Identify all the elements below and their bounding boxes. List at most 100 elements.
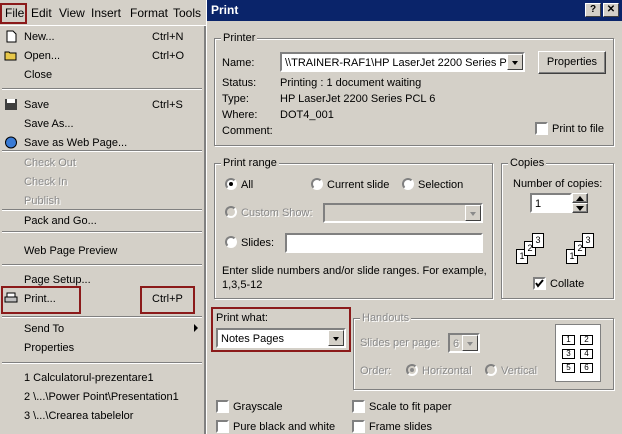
range-current-radio[interactable] [311, 178, 323, 190]
menu-item-shortcut: Ctrl+S [152, 99, 183, 111]
printer-name-label: Name: [222, 57, 255, 69]
dialog-title: Print [211, 3, 239, 17]
handout-cell: 6 [580, 363, 593, 373]
status-label: Status: [222, 77, 257, 89]
handout-cell: 3 [562, 349, 575, 359]
grayscale-label: Grayscale [233, 401, 283, 413]
order-vertical-radio [485, 364, 497, 376]
menu-item-label: Save As... [24, 118, 74, 130]
new-document-icon [6, 30, 17, 43]
recent-file-2[interactable]: 2 \...\Power Point\Presentation1 [0, 388, 204, 406]
copies-group: Copies Number of copies: 1 1 2 3 1 2 3 C… [501, 157, 614, 299]
scale-to-fit-label: Scale to fit paper [369, 401, 452, 413]
print-item-highlight [1, 286, 81, 314]
handout-cell: 1 [562, 335, 575, 345]
save-disk-icon [5, 99, 17, 110]
copies-label: Number of copies: [513, 178, 603, 190]
order-label: Order: [360, 365, 392, 377]
menu-view[interactable]: View [59, 6, 85, 20]
menu-item-label: Close [24, 69, 53, 81]
range-slides-radio[interactable] [225, 236, 237, 248]
menu-item-label: 2 \...\Power Point\Presentation1 [24, 391, 179, 403]
where-label: Where: [222, 109, 258, 121]
pure-bw-label: Pure black and white [233, 421, 336, 433]
menu-item-open[interactable]: Open... Ctrl+O [0, 47, 204, 65]
range-selection-radio[interactable] [402, 178, 414, 190]
handouts-group: Handouts Slides per page: 6 Order: Horiz… [353, 312, 614, 390]
slides-label: Slides: [241, 237, 275, 249]
custom-show-label: Custom Show: [241, 207, 313, 219]
properties-button[interactable]: Properties [538, 51, 606, 74]
chevron-down-icon [465, 205, 481, 221]
open-folder-icon [4, 51, 17, 61]
menu-item-web-preview[interactable]: Web Page Preview [0, 242, 204, 260]
menu-edit[interactable]: Edit [31, 6, 52, 20]
menu-item-label: Check In [24, 176, 68, 188]
collate-checkbox[interactable] [533, 277, 546, 290]
slides-input[interactable] [285, 233, 483, 253]
menu-item-shortcut: Ctrl+O [152, 50, 185, 62]
scale-to-fit-checkbox[interactable] [352, 400, 365, 413]
menu-item-new[interactable]: New... Ctrl+N [0, 28, 204, 46]
checkmark-icon [535, 279, 544, 288]
menu-item-save[interactable]: Save Ctrl+S [0, 96, 204, 114]
submenu-arrow-icon [194, 324, 198, 332]
print-to-file-checkbox[interactable] [535, 122, 548, 135]
copies-legend: Copies [508, 157, 547, 169]
menu-item-label: 3 \...\Crearea tabelelor [24, 410, 134, 422]
collate-label: Collate [550, 278, 585, 290]
close-button[interactable]: ✕ [603, 3, 619, 17]
menu-item-label: Send To [24, 323, 65, 335]
menu-item-label: 1 Calculatorul-prezentare1 [24, 372, 154, 384]
frame-slides-label: Frame slides [369, 421, 432, 433]
comment-label: Comment: [222, 125, 273, 137]
slides-hint: Enter slide numbers and/or slide ranges.… [222, 265, 487, 291]
custom-show-select [323, 203, 483, 223]
menu-item-label: Check Out [24, 157, 76, 169]
menu-item-send-to[interactable]: Send To [0, 320, 204, 338]
order-horizontal-radio [406, 364, 418, 376]
copies-up-button[interactable] [572, 193, 588, 203]
menu-item-label: New... [24, 31, 55, 43]
menu-insert[interactable]: Insert [91, 6, 121, 20]
chevron-down-icon[interactable] [507, 54, 523, 70]
menu-item-save-as[interactable]: Save As... [0, 115, 204, 133]
menu-separator [2, 264, 202, 266]
recent-file-1[interactable]: 1 Calculatorul-prezentare1 [0, 369, 204, 387]
slides-per-page-label: Slides per page: [360, 337, 440, 349]
menu-item-check-out: Check Out [0, 154, 204, 172]
grayscale-checkbox[interactable] [216, 400, 229, 413]
printer-name-select[interactable]: \\TRAINER-RAF1\HP LaserJet 2200 Series P… [280, 52, 525, 72]
copies-input[interactable]: 1 [530, 193, 572, 213]
order-horizontal-label: Horizontal [422, 365, 472, 377]
copies-value: 1 [535, 198, 542, 210]
menu-item-pack-go[interactable]: Pack and Go... [0, 212, 204, 230]
menu-item-label: Page Setup... [24, 274, 91, 286]
range-selection-label: Selection [418, 179, 464, 191]
print-what-highlight [211, 307, 351, 352]
menu-bar: File Edit View Insert Format Tools [0, 0, 206, 26]
menu-tools[interactable]: Tools [173, 6, 201, 20]
pure-bw-checkbox[interactable] [216, 420, 229, 433]
menu-item-publish: Publish [0, 192, 204, 210]
spin-up-icon [576, 196, 584, 201]
menu-item-label: Web Page Preview [24, 245, 118, 257]
recent-file-3[interactable]: 3 \...\Crearea tabelelor [0, 407, 204, 425]
menu-item-label: Save as Web Page... [24, 137, 128, 149]
print-range-group: Print range All Current slide Selection … [214, 157, 493, 299]
type-label: Type: [222, 93, 249, 105]
slides-per-page-value: 6 [453, 338, 460, 350]
menu-item-properties[interactable]: Properties [0, 339, 204, 357]
range-current-label: Current slide [327, 179, 390, 191]
help-button[interactable]: ? [585, 3, 601, 17]
menu-item-check-in: Check In [0, 173, 204, 191]
menu-item-label: Pack and Go... [24, 215, 97, 227]
range-all-radio[interactable] [225, 178, 237, 190]
menu-format[interactable]: Format [130, 6, 168, 20]
print-range-legend: Print range [221, 157, 279, 169]
handout-cell: 2 [580, 335, 593, 345]
copies-down-button[interactable] [572, 203, 588, 213]
frame-slides-checkbox[interactable] [352, 420, 365, 433]
type-value: HP LaserJet 2200 Series PCL 6 [280, 93, 436, 105]
menu-item-close[interactable]: Close [0, 66, 204, 84]
